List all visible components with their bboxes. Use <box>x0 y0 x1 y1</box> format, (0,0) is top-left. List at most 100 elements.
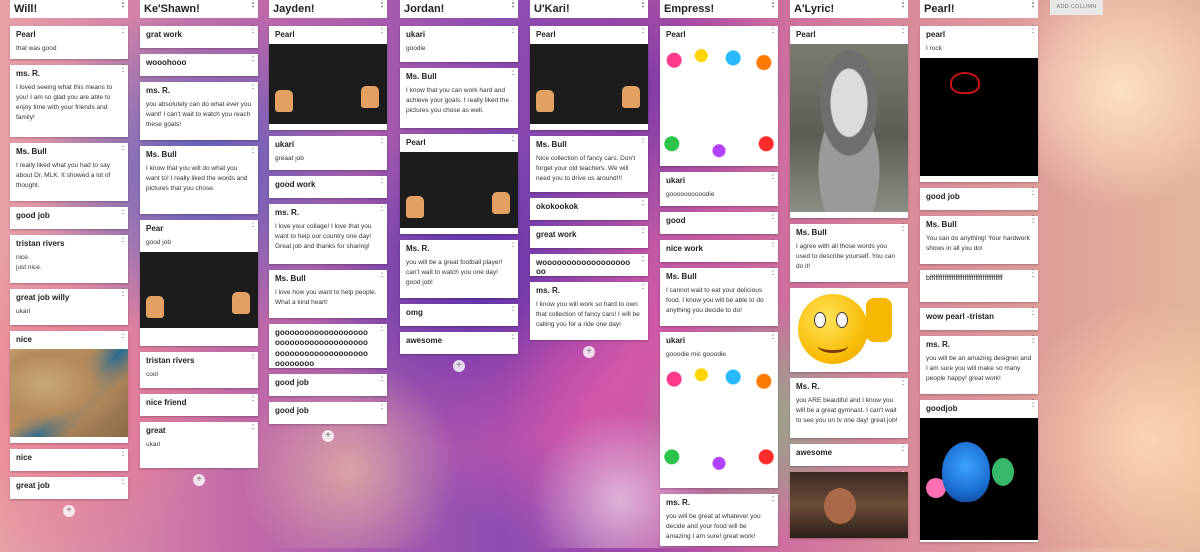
column-menu-icon[interactable]: ⋮ <box>377 0 387 14</box>
column-menu-icon[interactable]: ⋮ <box>508 0 518 14</box>
post-card[interactable]: ⋮ wow pearl -tristan <box>920 307 1038 330</box>
post-menu-icon[interactable]: ⋮ <box>248 25 258 40</box>
post-card[interactable]: ⋮ Pearl that was good <box>10 25 128 59</box>
post-menu-icon[interactable]: ⋮ <box>377 269 387 284</box>
post-card[interactable]: ⋮ awesome <box>790 443 908 466</box>
post-card[interactable]: ⋮ grat work <box>140 25 258 48</box>
post-menu-icon[interactable]: ⋮ <box>1028 307 1038 322</box>
post-card[interactable]: ⋮ Ms. Bull Nice collection of fancy cars… <box>530 135 648 192</box>
add-post-button[interactable]: + <box>583 346 595 358</box>
post-card[interactable]: ⋮ Pearl <box>530 25 648 130</box>
post-card[interactable]: ⋮ ms. R. I love your collage! I love tha… <box>269 203 387 264</box>
post-menu-icon[interactable]: ⋮ <box>638 253 648 268</box>
post-card[interactable]: ⋮ woooooooooooooooooooo <box>530 253 648 276</box>
post-menu-icon[interactable]: ⋮ <box>508 133 518 148</box>
post-menu-icon[interactable]: ⋮ <box>508 331 518 346</box>
column-header[interactable]: A'Lyric! ⋮ <box>790 0 908 18</box>
post-menu-icon[interactable]: ⋮ <box>118 206 128 221</box>
column-header[interactable]: Jayden! ⋮ <box>269 0 387 18</box>
post-menu-icon[interactable]: ⋮ <box>118 288 128 303</box>
post-menu-icon[interactable]: ⋮ <box>638 135 648 150</box>
post-card[interactable]: ⋮ ms. R. you will be great at whatever y… <box>660 493 778 546</box>
post-menu-icon[interactable]: ⋮ <box>638 197 648 212</box>
column-menu-icon[interactable]: ⋮ <box>118 0 128 14</box>
post-card[interactable]: ⋮ Ms. Bull I really liked what you had t… <box>10 142 128 201</box>
post-card[interactable]: ⋮ tristan rivers nice. just nice. <box>10 234 128 283</box>
post-card[interactable]: ⋮ great job <box>10 476 128 499</box>
post-menu-icon[interactable]: ⋮ <box>768 331 778 346</box>
post-menu-icon[interactable]: ⋮ <box>248 81 258 96</box>
post-card[interactable]: ⋮ Ms. Bull I love how you want to help p… <box>269 269 387 318</box>
column-header[interactable]: Pearl! ⋮ <box>920 0 1038 18</box>
post-menu-icon[interactable]: ⋮ <box>898 25 908 40</box>
post-menu-icon[interactable]: ⋮ <box>248 351 258 366</box>
post-menu-icon[interactable]: ⋮ <box>508 239 518 254</box>
post-menu-icon[interactable]: ⋮ <box>118 142 128 157</box>
post-card[interactable]: ⋮ pearl I rock <box>920 25 1038 182</box>
post-card[interactable]: ⋮ ukari goodie <box>400 25 518 62</box>
post-card[interactable]: ⋮ Ms. Bull I cannot wait to eat your del… <box>660 267 778 326</box>
post-card[interactable]: ⋮ Ms. Bull You can do anything! Your har… <box>920 215 1038 264</box>
post-card[interactable]: ⋮ Ms. Bull I agree with all those words … <box>790 223 908 282</box>
column-menu-icon[interactable]: ⋮ <box>1028 0 1038 14</box>
post-card[interactable]: ⋮ nice friend <box>140 393 258 416</box>
add-post-button[interactable]: + <box>63 505 75 517</box>
column-menu-icon[interactable]: ⋮ <box>638 0 648 14</box>
post-menu-icon[interactable]: ⋮ <box>1028 399 1038 414</box>
post-card[interactable]: ⋮ nice <box>10 448 128 471</box>
post-menu-icon[interactable]: ⋮ <box>1028 335 1038 350</box>
post-menu-icon[interactable]: ⋮ <box>248 393 258 408</box>
post-menu-icon[interactable]: ⋮ <box>898 443 908 458</box>
post-card[interactable]: ⋮ great ukari <box>140 421 258 468</box>
post-card[interactable]: ⋮ Pear good job <box>140 219 258 346</box>
post-card[interactable]: ⋮ great work <box>530 225 648 248</box>
post-menu-icon[interactable]: ⋮ <box>768 25 778 40</box>
post-menu-icon[interactable]: ⋮ <box>377 135 387 150</box>
post-menu-icon[interactable]: ⋮ <box>377 401 387 416</box>
post-card[interactable]: ⋮ Ms. R. you will be a great football pl… <box>400 239 518 298</box>
post-card[interactable]: ⋮ Ms. R. you ARE beautiful and I know yo… <box>790 377 908 438</box>
post-card[interactable]: ⋮ Ms. Bull I know that you can work hard… <box>400 67 518 128</box>
post-card[interactable]: ⋮ omg <box>400 303 518 326</box>
post-menu-icon[interactable]: ⋮ <box>118 234 128 249</box>
post-card[interactable]: ⋮ Ms. Bull I know that you will do what … <box>140 145 258 214</box>
post-card[interactable]: ⋮ wooohooo <box>140 53 258 76</box>
post-card[interactable]: ⋮ good job <box>10 206 128 229</box>
post-card[interactable]: ⋮ good job <box>269 401 387 424</box>
post-menu-icon[interactable]: ⋮ <box>768 493 778 508</box>
add-post-button[interactable]: + <box>322 430 334 442</box>
post-card[interactable]: ⋮ ms. R. you will be an amazing designer… <box>920 335 1038 394</box>
post-menu-icon[interactable]: ⋮ <box>508 25 518 40</box>
post-menu-icon[interactable]: ⋮ <box>1028 187 1038 202</box>
post-menu-icon[interactable]: ⋮ <box>377 25 387 40</box>
post-menu-icon[interactable]: ⋮ <box>118 64 128 79</box>
post-card[interactable]: ⋮ goodjob <box>920 399 1038 542</box>
post-menu-icon[interactable]: ⋮ <box>377 175 387 190</box>
post-menu-icon[interactable]: ⋮ <box>768 239 778 254</box>
post-card[interactable]: ⋮ ukari greaat job <box>269 135 387 170</box>
post-menu-icon[interactable]: ⋮ <box>508 303 518 318</box>
post-menu-icon[interactable]: ⋮ <box>508 67 518 82</box>
column-header[interactable]: Jordan! ⋮ <box>400 0 518 18</box>
column-menu-icon[interactable]: ⋮ <box>768 0 778 14</box>
post-menu-icon[interactable]: ⋮ <box>248 53 258 68</box>
post-menu-icon[interactable]: ⋮ <box>768 211 778 226</box>
post-card[interactable]: ⋮ good <box>660 211 778 234</box>
post-card[interactable]: ⋮ <box>790 471 908 538</box>
add-post-button[interactable]: + <box>453 360 465 372</box>
post-card[interactable]: ⋮ tristan rivers cool <box>140 351 258 388</box>
column-header[interactable]: U'Kari! ⋮ <box>530 0 648 18</box>
post-card[interactable] <box>790 288 908 372</box>
post-menu-icon[interactable]: ⋮ <box>638 25 648 40</box>
post-menu-icon[interactable]: ⋮ <box>118 476 128 491</box>
post-menu-icon[interactable]: ⋮ <box>768 267 778 282</box>
post-card[interactable]: ⋮ okokookok <box>530 197 648 220</box>
post-menu-icon[interactable]: ⋮ <box>248 145 258 160</box>
post-menu-icon[interactable]: ⋮ <box>898 223 908 238</box>
post-menu-icon[interactable]: ⋮ <box>118 330 128 345</box>
post-menu-icon[interactable]: ⋮ <box>1028 269 1038 284</box>
post-menu-icon[interactable]: ⋮ <box>377 373 387 388</box>
column-menu-icon[interactable]: ⋮ <box>248 0 258 14</box>
post-menu-icon[interactable]: ⋮ <box>768 171 778 186</box>
post-card[interactable]: ⋮ good work <box>269 175 387 198</box>
